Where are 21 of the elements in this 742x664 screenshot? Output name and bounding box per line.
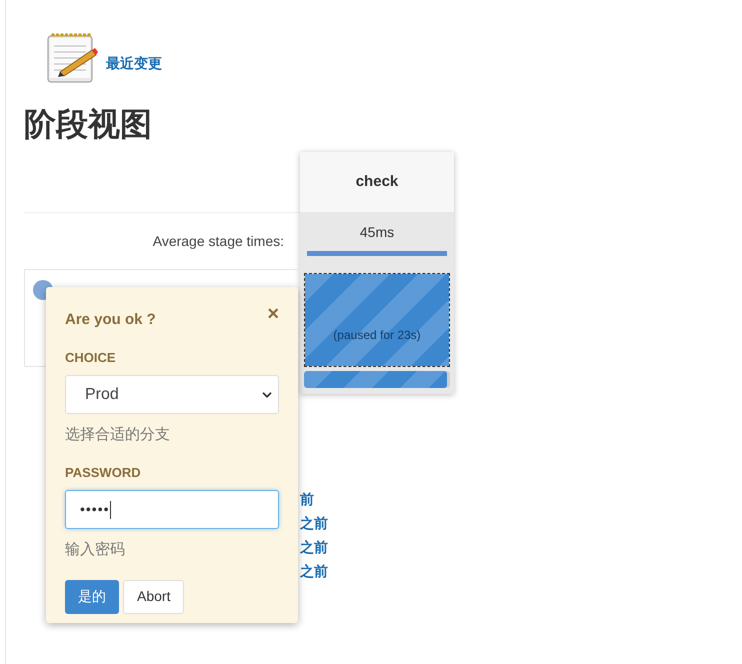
- average-times-label: Average stage times:: [152, 232, 284, 251]
- section-heading: 阶段视图: [24, 105, 153, 144]
- password-field[interactable]: •••••: [65, 490, 279, 529]
- field-label: CHOICE: [65, 348, 117, 366]
- close-button[interactable]: ×: [267, 304, 279, 324]
- confirm-button[interactable]: 是的: [65, 580, 119, 614]
- build-time-link[interactable]: 之前: [300, 535, 742, 559]
- field-help-text: 选择合适的分支: [65, 425, 171, 445]
- field-help-text: 输入密码: [65, 540, 126, 560]
- recent-changes-link[interactable]: 最近变更: [106, 53, 162, 74]
- paused-stage-cell[interactable]: (paused for 23s): [304, 273, 450, 367]
- dialog-title: Are you ok ?: [65, 310, 156, 330]
- stage-name: check: [356, 172, 398, 192]
- field-label: PASSWORD: [65, 464, 142, 482]
- select-field[interactable]: Prod: [65, 375, 279, 414]
- average-time: 45ms: [360, 223, 394, 242]
- build-time-link[interactable]: 之前: [300, 511, 742, 535]
- paused-duration: (paused for 23s): [333, 327, 421, 344]
- build-time-link[interactable]: 之前: [300, 559, 742, 583]
- abort-button[interactable]: Abort: [123, 580, 184, 614]
- build-time-link[interactable]: 前: [300, 487, 742, 511]
